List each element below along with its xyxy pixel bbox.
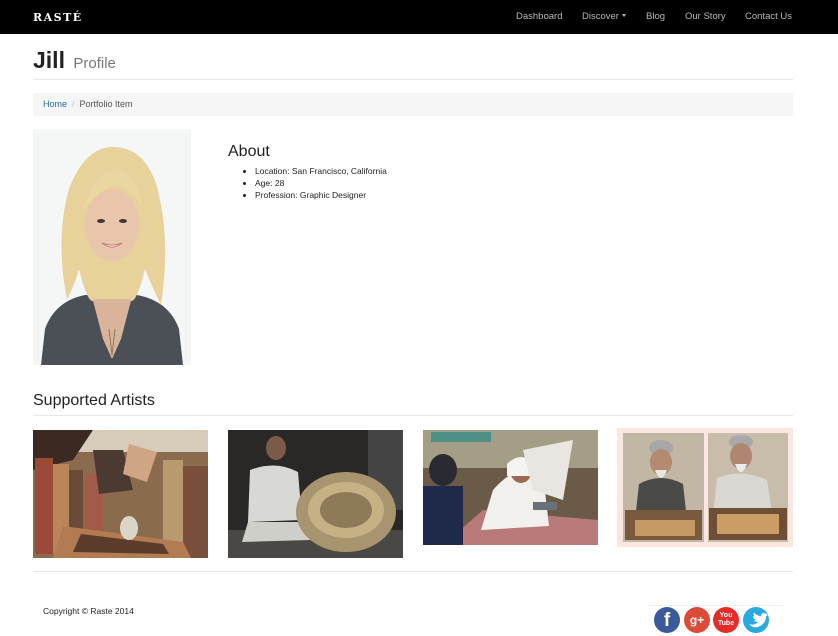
- youtube-label-top: You: [719, 612, 733, 619]
- profile-name: Jill: [33, 47, 65, 73]
- about-list: Location: San Francisco, California Age:…: [255, 165, 387, 201]
- about-location: Location: San Francisco, California: [255, 165, 387, 177]
- nav-links: Dashboard Discover Blog Our Story Contac…: [0, 11, 838, 25]
- nav-discover-label: Discover: [582, 11, 619, 22]
- twitter-icon[interactable]: [743, 607, 769, 633]
- navbar: RASTÉ Dashboard Discover Blog Our Story …: [0, 0, 838, 34]
- about-section: About Location: San Francisco, Californi…: [228, 143, 387, 201]
- nav-our-story[interactable]: Our Story: [685, 11, 726, 22]
- about-profession: Profession: Graphic Designer: [255, 189, 387, 201]
- artist-photo-rugs[interactable]: [33, 430, 208, 558]
- breadcrumb-separator: /: [72, 99, 75, 109]
- nav-discover[interactable]: Discover: [582, 11, 626, 22]
- page-header: Jill Profile: [33, 46, 793, 80]
- copyright-text: Copyright © Raste 2014: [43, 606, 134, 616]
- page-subtitle: Profile: [73, 55, 116, 72]
- caret-down-icon: [621, 14, 626, 17]
- about-heading: About: [228, 143, 270, 160]
- supported-artists-heading: Supported Artists: [33, 392, 793, 416]
- breadcrumb-home[interactable]: Home: [43, 99, 67, 109]
- google-plus-icon[interactable]: g+: [684, 607, 710, 633]
- nav-contact-us[interactable]: Contact Us: [745, 11, 792, 22]
- youtube-label-bottom: Tube: [717, 620, 735, 627]
- about-age: Age: 28: [255, 177, 387, 189]
- nav-dashboard[interactable]: Dashboard: [516, 11, 562, 22]
- breadcrumb-current: Portfolio Item: [79, 99, 133, 109]
- youtube-icon[interactable]: You Tube: [713, 607, 739, 633]
- breadcrumb: Home / Portfolio Item: [33, 93, 793, 116]
- nav-blog[interactable]: Blog: [646, 11, 665, 22]
- footer-divider: [33, 571, 793, 572]
- facebook-icon[interactable]: f: [654, 607, 680, 633]
- profile-photo: [33, 129, 191, 365]
- artist-photo-woodwork[interactable]: [617, 428, 793, 547]
- social-divider: [648, 605, 783, 606]
- page-title: Jill Profile: [33, 46, 793, 78]
- artist-photo-embroidery[interactable]: [423, 430, 598, 545]
- artist-photo-metalwork[interactable]: [228, 430, 403, 558]
